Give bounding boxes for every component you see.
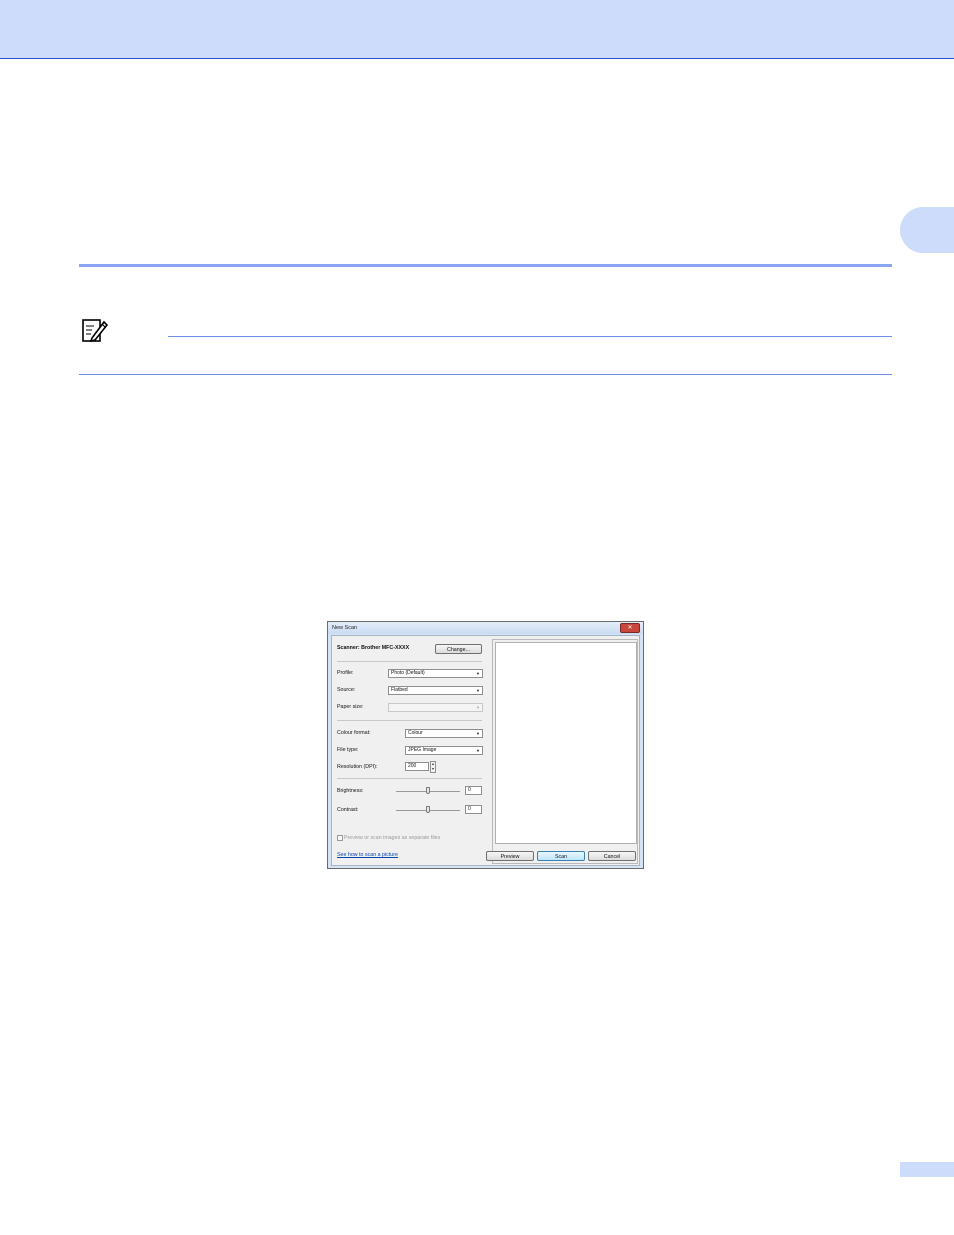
separate-files-checkbox[interactable]: [337, 835, 343, 841]
resolution-input[interactable]: 200: [405, 762, 429, 771]
file-type-select[interactable]: JPEG Image ▼: [405, 746, 483, 755]
paper-size-label: Paper size:: [337, 704, 364, 710]
source-label: Source:: [337, 687, 356, 693]
chevron-down-icon: ▼: [476, 671, 480, 676]
scanner-label: Scanner: Brother MFC-XXXX: [337, 645, 410, 651]
separator: [337, 778, 482, 779]
chevron-down-icon: ▼: [476, 748, 480, 753]
dialog-title: New Scan: [332, 625, 358, 631]
file-type-label: File type:: [337, 747, 359, 753]
close-icon[interactable]: ✕: [620, 623, 640, 633]
colour-format-select[interactable]: Colour ▼: [405, 729, 483, 738]
brightness-input[interactable]: 0: [465, 786, 482, 795]
help-link[interactable]: See how to scan a picture: [337, 852, 398, 858]
chevron-down-icon: ▼: [476, 705, 480, 710]
section-rule: [79, 264, 892, 267]
preview-pane: [495, 642, 637, 844]
contrast-slider[interactable]: [426, 806, 430, 813]
source-value: Flatbed: [391, 687, 408, 693]
dialog-titlebar: New Scan ✕: [328, 622, 643, 634]
profile-label: Profile:: [337, 670, 354, 676]
header-divider: [0, 58, 954, 59]
brightness-slider[interactable]: [426, 787, 430, 794]
file-type-value: JPEG Image: [408, 747, 437, 753]
preview-button[interactable]: Preview: [486, 851, 534, 861]
chapter-tab: [900, 207, 954, 253]
cancel-button[interactable]: Cancel: [588, 851, 636, 861]
chevron-down-icon: ▼: [476, 688, 480, 693]
resolution-spinner[interactable]: ▲ ▼: [430, 761, 436, 773]
header-band: [0, 0, 954, 58]
chevron-down-icon: ▼: [476, 731, 480, 736]
note-pencil-icon: [82, 319, 108, 343]
profile-value: Photo (Default): [391, 670, 425, 676]
change-button[interactable]: Change...: [435, 644, 482, 654]
profile-select[interactable]: Photo (Default) ▼: [388, 669, 483, 678]
colour-format-label: Colour format:: [337, 730, 371, 736]
separator: [337, 661, 482, 662]
dialog-client: Scanner: Brother MFC-XXXX Change... Prof…: [331, 635, 640, 866]
note-rule: [168, 336, 892, 337]
resolution-label: Resolution (DPI):: [337, 764, 378, 770]
scan-button[interactable]: Scan: [537, 851, 585, 861]
contrast-label: Contrast:: [337, 807, 359, 813]
page-number-tab: [900, 1162, 954, 1177]
brightness-label: Brightness:: [337, 788, 364, 794]
colour-format-value: Colour: [408, 730, 423, 736]
note-end-rule: [79, 374, 892, 375]
separator: [337, 720, 482, 721]
source-select[interactable]: Flatbed ▼: [388, 686, 483, 695]
paper-size-select[interactable]: ▼: [388, 703, 483, 712]
new-scan-dialog: New Scan ✕ Scanner: Brother MFC-XXXX Cha…: [327, 621, 644, 869]
preview-area: Preview Scan Cancel: [486, 639, 638, 864]
separate-files-label: Preview or scan images as separate files: [344, 835, 441, 841]
contrast-input[interactable]: 0: [465, 805, 482, 814]
